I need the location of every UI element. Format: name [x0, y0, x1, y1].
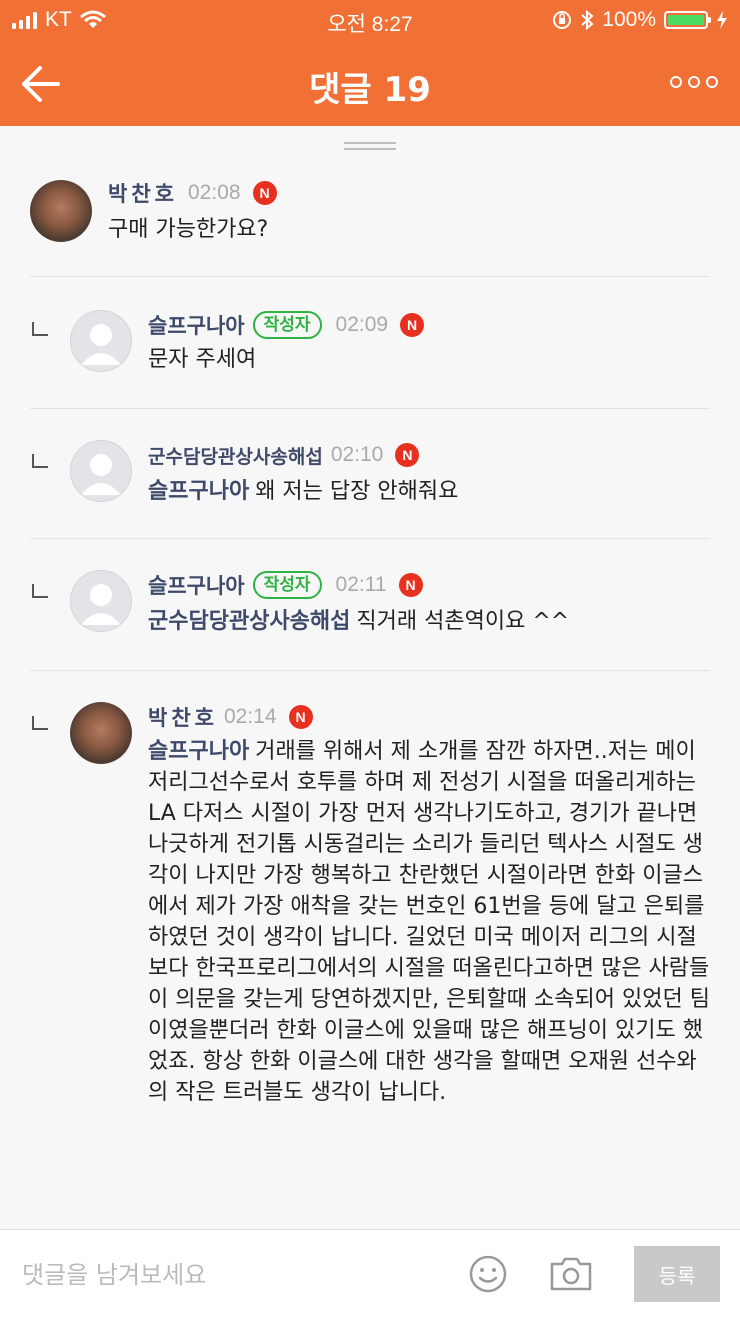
page-title: 댓글 19	[309, 70, 431, 110]
submit-button[interactable]: 등록	[634, 1246, 720, 1302]
mention-link[interactable]: 슬프구나아	[148, 739, 249, 764]
comment-input-bar: 등록	[0, 1229, 740, 1318]
back-button[interactable]	[18, 62, 64, 106]
drag-handle[interactable]	[344, 142, 396, 152]
comment-time: 02:10	[330, 443, 384, 466]
new-badge: N	[398, 573, 423, 597]
comment-body: 구매 가능한가요?	[108, 217, 269, 242]
default-avatar-icon	[81, 324, 121, 365]
comment-text: 군수담당관상사송해섭 직거래 석촌역이요 ^^	[148, 606, 708, 637]
more-options-button[interactable]	[670, 70, 718, 94]
comment-time: 02:14	[223, 705, 277, 728]
orientation-lock-icon	[553, 11, 572, 29]
avatar[interactable]	[70, 310, 132, 372]
comment-author[interactable]: 군수담당관상사송해섭	[148, 442, 323, 469]
comment-divider	[30, 276, 710, 277]
avatar[interactable]	[70, 440, 132, 502]
app-header: KT 오전 8:27 100% 댓글 19	[0, 0, 740, 126]
comment-author[interactable]: 박찬호	[108, 178, 178, 208]
comment-author[interactable]: 슬프구나아	[148, 310, 245, 340]
comment-body: 거래를 위해서 제 소개를 잠깐 하자면..저는 메이저리그선수로서 호투를 하…	[148, 739, 710, 1105]
reply-arrow-icon	[32, 716, 48, 730]
emoji-button[interactable]	[468, 1254, 508, 1294]
comment-divider	[30, 670, 710, 671]
comment-divider	[30, 408, 710, 409]
comment-author[interactable]: 슬프구나아	[148, 570, 245, 600]
new-badge: N	[288, 705, 313, 729]
camera-button[interactable]	[548, 1254, 594, 1294]
mention-link[interactable]: 슬프구나아	[148, 479, 249, 504]
default-avatar-icon	[81, 584, 121, 625]
new-badge: N	[400, 313, 425, 337]
camera-icon	[550, 1257, 592, 1291]
mention-link[interactable]: 군수담당관상사송해섭	[148, 609, 350, 634]
charging-icon	[717, 11, 727, 29]
author-badge: 작성자	[252, 311, 322, 339]
default-avatar-icon	[81, 454, 121, 495]
smiley-icon	[469, 1255, 507, 1293]
comment-body: 직거래 석촌역이요 ^^	[356, 609, 570, 634]
comment-input[interactable]	[20, 1254, 444, 1296]
more-dot-icon	[670, 76, 682, 88]
more-dot-icon	[706, 76, 718, 88]
comment-text: 슬프구나아 왜 저는 답장 안해줘요	[148, 476, 708, 507]
avatar[interactable]	[70, 570, 132, 632]
avatar[interactable]	[30, 180, 92, 242]
comment-divider	[30, 538, 710, 539]
reply-arrow-icon	[32, 454, 48, 468]
bluetooth-icon	[581, 10, 594, 30]
reply-arrow-icon	[32, 584, 48, 598]
arrow-left-icon	[22, 66, 60, 102]
new-badge: N	[252, 181, 277, 205]
comment-time: 02:08	[187, 181, 241, 204]
avatar[interactable]	[70, 702, 132, 764]
battery-percent: 100%	[602, 8, 656, 31]
battery-icon	[664, 11, 711, 29]
comment-time: 02:09	[335, 313, 389, 336]
reply-arrow-icon	[32, 322, 48, 336]
status-bar: KT 오전 8:27 100%	[0, 0, 740, 40]
new-badge: N	[395, 443, 420, 467]
comment-text: 슬프구나아 거래를 위해서 제 소개를 잠깐 하자면..저는 메이저리그선수로서 …	[148, 736, 714, 1108]
comment-time: 02:11	[335, 573, 387, 596]
comment-body: 왜 저는 답장 안해줘요	[255, 479, 459, 504]
navbar: 댓글 19	[0, 42, 740, 126]
comment-author[interactable]: 박찬호	[148, 702, 218, 732]
comment-text: 구매 가능한가요?	[108, 214, 708, 245]
comment-text: 문자 주세여	[148, 344, 708, 375]
comment-body: 문자 주세여	[148, 347, 257, 372]
author-badge: 작성자	[252, 571, 322, 599]
more-dot-icon	[688, 76, 700, 88]
